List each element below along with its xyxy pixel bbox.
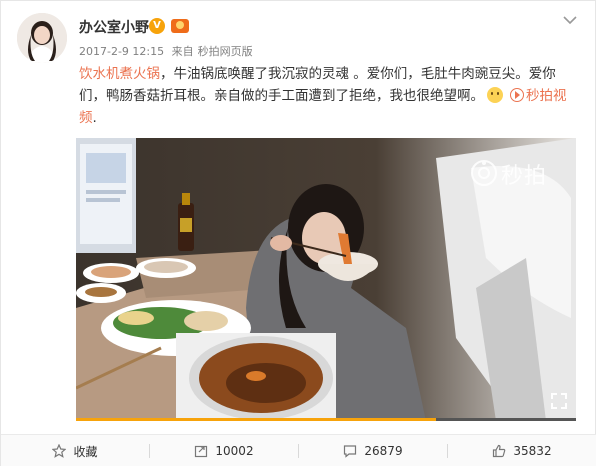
post-source[interactable]: 秒拍网页版 [198, 45, 253, 58]
watermark-text: 秒拍 [501, 164, 548, 189]
like-count: 35832 [513, 444, 552, 458]
video-progress-fill [76, 418, 436, 421]
repost-count: 10002 [215, 444, 254, 458]
action-bar: 收藏 10002 26879 35832 [1, 434, 596, 466]
chevron-down-icon[interactable] [561, 11, 579, 29]
star-icon [52, 444, 67, 458]
comment-count: 26879 [364, 444, 403, 458]
author-avatar[interactable] [17, 13, 67, 63]
post-source-prefix: 来自 [171, 45, 194, 58]
verified-v-icon: V [149, 18, 165, 34]
hashtag-link[interactable]: 饮水机煮火锅 [79, 66, 160, 82]
repost-button[interactable]: 10002 [150, 435, 298, 466]
sad-face-emoji-icon [487, 87, 503, 103]
post-text: 饮水机煮火锅，牛油锅底唤醒了我沉寂的灵魂 。爱你们，毛肚牛肉豌豆尖。爱你们，鸭肠… [79, 63, 579, 129]
favorite-label: 收藏 [73, 444, 98, 459]
post-meta: 2017-2-9 12:15 来自 秒拍网页版 [79, 43, 257, 59]
repost-icon [195, 445, 208, 458]
post-tail: . [92, 110, 97, 126]
fullscreen-icon[interactable] [549, 391, 569, 411]
member-level-icon[interactable] [171, 19, 189, 33]
weibo-post-card: 办公室小野 V 2017-2-9 12:15 来自 秒拍网页版 饮水机煮火锅，牛油… [0, 0, 596, 466]
post-timestamp[interactable]: 2017-2-9 12:15 [79, 45, 164, 58]
like-button[interactable]: 35832 [448, 435, 596, 466]
comment-button[interactable]: 26879 [299, 435, 447, 466]
thumbs-up-icon [493, 444, 506, 458]
favorite-button[interactable]: 收藏 [1, 435, 149, 466]
video-play-icon[interactable] [510, 88, 524, 102]
comment-icon [344, 445, 357, 458]
video-player[interactable]: 秒拍 [76, 138, 576, 421]
author-name[interactable]: 办公室小野 [79, 17, 149, 37]
miaopai-watermark-icon [471, 160, 497, 186]
video-progress-bar[interactable] [76, 418, 576, 421]
